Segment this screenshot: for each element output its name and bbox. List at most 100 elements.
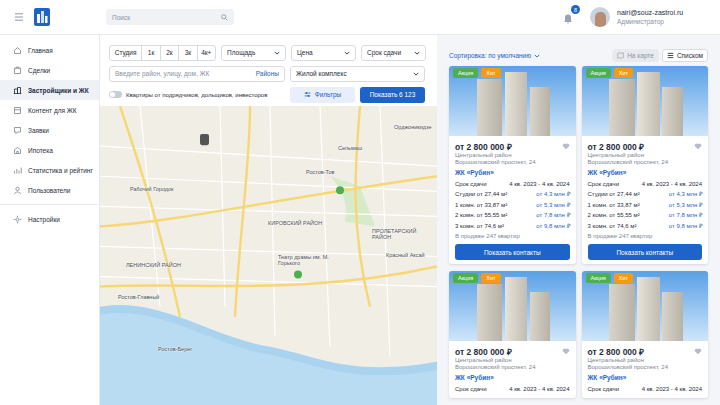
sidebar-item[interactable]: Пользователи	[0, 180, 99, 200]
search-field[interactable]: Поиск	[106, 9, 234, 25]
avatar[interactable]	[590, 7, 610, 27]
chevron-icon	[414, 51, 420, 55]
nav-icon	[13, 66, 22, 75]
card-badge: Акция	[453, 273, 478, 283]
complex-card[interactable]: АкцияХит от 2 800 000 ₽ Центральный райо…	[582, 66, 709, 264]
card-badge: Акция	[586, 273, 611, 283]
logo-icon[interactable]	[34, 8, 50, 26]
card-price: от 2 800 000 ₽	[455, 141, 512, 152]
filters: Студия1к2к3к4к+ Площадь Цена Срок сдачи …	[100, 35, 437, 106]
sidebar-item[interactable]: Застройщики и ЖК	[0, 80, 99, 100]
card-complex[interactable]: ЖК «Рубин»	[588, 374, 703, 382]
districts-link[interactable]: Районы	[256, 70, 279, 77]
apartment-row: 3 комн. от 74,6 м²от 9,8 млн ₽	[455, 221, 570, 232]
card-badge: Хит	[481, 273, 500, 283]
show-contacts-button[interactable]: Показать контакты	[588, 244, 703, 260]
sidebar-item[interactable]: Ипотека	[0, 140, 99, 160]
map[interactable]: Орджоникидзе Сельмаш Рабочий Городок Ростов…	[100, 106, 437, 405]
complex-card[interactable]: АкцияХит от 2 800 000 ₽ Центральный райо…	[449, 271, 576, 398]
show-contacts-button[interactable]: Показать контакты	[455, 244, 570, 260]
filters-button[interactable]: Фильтры	[290, 87, 355, 103]
search-icon	[221, 14, 228, 21]
map-label: Театр драмы им. М. Горького	[278, 254, 340, 267]
brand	[0, 8, 100, 26]
apartment-row: 3 комн. от 74,6 м²от 9,8 млн ₽	[588, 221, 703, 232]
map-label: Ростов-Главный	[118, 294, 159, 300]
card-badge: Хит	[614, 68, 633, 78]
card-address: Ворошиловский проспект, 24	[588, 159, 703, 166]
heart-icon[interactable]	[694, 348, 702, 355]
card-price: от 2 800 000 ₽	[588, 141, 645, 152]
card-deadline: Срок сдачи4 кв. 2023 - 4 кв. 2024	[455, 179, 570, 189]
sort-dropdown[interactable]: Сортировка: по умолчанию	[449, 52, 540, 59]
complex-photo: АкцияХит	[582, 66, 709, 136]
filter-dropdown[interactable]: Площадь	[221, 45, 286, 61]
card-complex[interactable]: ЖК «Рубин»	[455, 169, 570, 177]
list-icon	[667, 52, 674, 59]
sidebar-item[interactable]: Настройки	[0, 209, 99, 229]
chevron-icon	[534, 54, 540, 58]
sidebar-item[interactable]: Контент для ЖК	[0, 100, 99, 120]
map-label: ЛЕНИНСКИЙ РАЙОН	[126, 262, 181, 268]
apartment-row: Студии от 27,44 м²от 4,3 млн ₽	[588, 189, 703, 200]
map-label: Сельмаш	[338, 145, 362, 151]
card-deadline: Срок сдачи4 кв. 2023 - 4 кв. 2024	[588, 179, 703, 189]
view-button[interactable]: Списком	[662, 49, 708, 62]
user-email: nairi@souz-zastroi.ru	[617, 9, 710, 16]
apartment-row: 2 комн. от 55,55 м²от 7,8 млн ₽	[588, 210, 703, 221]
complex-photo: АкцияХит	[449, 271, 576, 341]
heart-icon[interactable]	[694, 143, 702, 150]
card-complex[interactable]: ЖК «Рубин»	[588, 169, 703, 177]
menu-icon[interactable]	[14, 13, 24, 21]
apartment-row: Студии от 27,44 м²от 4,3 млн ₽	[455, 189, 570, 200]
room-option[interactable]: 2к	[160, 46, 178, 60]
filter-dropdown[interactable]: Срок сдачи	[361, 45, 426, 61]
heart-icon[interactable]	[562, 348, 570, 355]
card-district: Центральный район	[455, 152, 570, 159]
room-option[interactable]: Студия	[110, 46, 141, 60]
notifications-button[interactable]: 8	[562, 10, 576, 24]
sidebar-item[interactable]: Заявки	[0, 120, 99, 140]
card-stock: В продаже 247 квартир	[455, 231, 570, 241]
complex-card[interactable]: АкцияХит от 2 800 000 ₽ Центральный райо…	[449, 66, 576, 264]
map-label: Рабочий Городок	[130, 186, 174, 192]
notification-count: 8	[571, 5, 580, 14]
view-switch: На карте Списком	[612, 49, 708, 62]
map-panel: Студия1к2к3к4к+ Площадь Цена Срок сдачи …	[100, 35, 437, 405]
card-address: Ворошиловский проспект, 24	[455, 364, 570, 371]
card-address: Ворошиловский проспект, 24	[588, 364, 703, 371]
card-price: от 2 800 000 ₽	[455, 346, 512, 357]
card-complex[interactable]: ЖК «Рубин»	[455, 374, 570, 382]
address-field[interactable]: Введите район, улицу, дом, ЖК Районы	[109, 66, 285, 82]
room-option[interactable]: 3к	[178, 46, 196, 60]
view-button[interactable]: На карте	[612, 49, 659, 62]
card-badge: Акция	[586, 68, 611, 78]
complex-dropdown[interactable]: Жилой комплекс	[290, 66, 425, 82]
complex-photo: АкцияХит	[449, 66, 576, 136]
show-results-button[interactable]: Показать 6 123	[360, 87, 425, 103]
filter-dropdown[interactable]: Цена	[291, 45, 356, 61]
sidebar-item[interactable]: Статистика и рейтинг	[0, 160, 99, 180]
map-label: Красный Аксай	[386, 252, 425, 258]
card-address: Ворошиловский проспект, 24	[455, 159, 570, 166]
map-label: Орджоникидзе	[394, 124, 431, 130]
map-label: ПРОЛЕТАРСКИЙ РАЙОН	[372, 228, 434, 241]
bell-icon	[562, 12, 574, 24]
sidebar-item[interactable]: Главная	[0, 40, 99, 60]
card-price: от 2 800 000 ₽	[588, 346, 645, 357]
toggle-switch[interactable]	[109, 91, 122, 98]
nav-icon	[13, 166, 22, 175]
apartment-row: 1 комн. от 33,87 м²от 5,3 млн ₽	[588, 200, 703, 211]
card-badge: Акция	[453, 68, 478, 78]
room-option[interactable]: 1к	[141, 46, 159, 60]
user-role: Администратор	[617, 18, 710, 25]
room-option[interactable]: 4к+	[197, 46, 215, 60]
nav-icon	[13, 186, 22, 195]
complex-card[interactable]: АкцияХит от 2 800 000 ₽ Центральный райо…	[582, 271, 709, 398]
user-info[interactable]: nairi@souz-zastroi.ru Администратор	[617, 9, 710, 25]
heart-icon[interactable]	[562, 143, 570, 150]
chevron-icon	[344, 51, 350, 55]
sidebar-item[interactable]: Сделки	[0, 60, 99, 80]
chevron-icon	[413, 72, 419, 76]
contractors-toggle[interactable]: Квартиры от подрядчиков, дольщиков, инве…	[109, 91, 285, 98]
